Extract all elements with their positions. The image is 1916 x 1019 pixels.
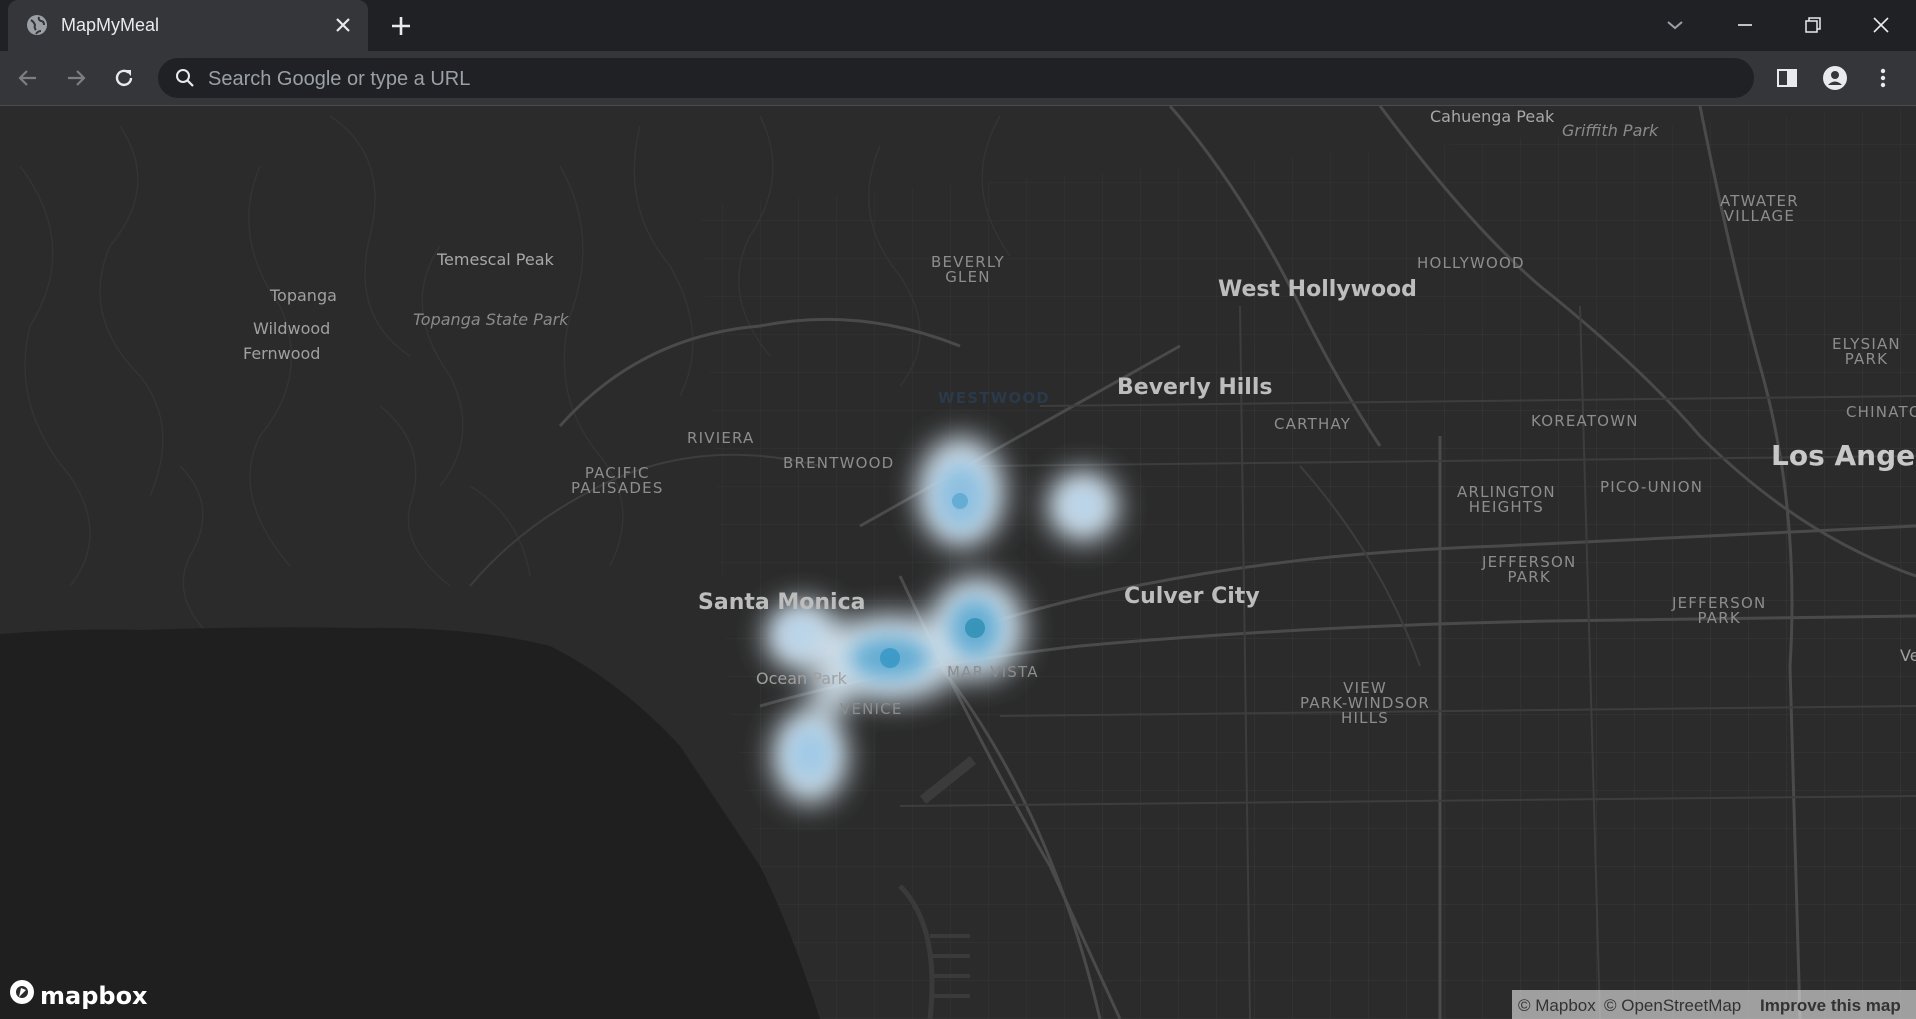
label-carthay: CARTHAY (1274, 415, 1352, 433)
label-chinatown: CHINATOW (1846, 403, 1916, 421)
close-window-icon[interactable] (1866, 10, 1896, 40)
label-beverly-hills: Beverly Hills (1117, 375, 1273, 400)
label-beverly-glen: BEVERLY GLEN (931, 253, 1005, 286)
label-venice: VENICE (840, 700, 903, 718)
browser-tab[interactable]: MapMyMeal (8, 0, 368, 51)
map-canvas[interactable]: Cahuenga Peak Griffith Park ATWATER VILL… (0, 106, 1916, 1019)
attribution-mapbox-link[interactable]: © Mapbox (1518, 996, 1596, 1016)
label-fernwood: Fernwood (243, 344, 321, 363)
minimize-icon[interactable] (1730, 10, 1760, 40)
forward-icon[interactable] (62, 64, 90, 92)
search-icon (176, 69, 194, 87)
label-west-hollywood: West Hollywood (1218, 277, 1417, 302)
browser-title-bar: MapMyMeal (0, 0, 1916, 51)
profile-icon[interactable] (1821, 64, 1849, 92)
map-basemap (0, 106, 1916, 1019)
address-bar[interactable]: Search Google or type a URL (158, 58, 1754, 98)
label-atwater-village: ATWATER VILLAGE (1720, 192, 1799, 225)
label-culver-city: Culver City (1124, 584, 1260, 609)
label-pacific-palisades: PACIFIC PALISADES (571, 464, 664, 497)
side-panel-icon[interactable] (1773, 64, 1801, 92)
tab-title: MapMyMeal (61, 15, 160, 35)
label-koreatown: KOREATOWN (1531, 412, 1639, 430)
label-wildwood: Wildwood (253, 319, 331, 338)
back-icon[interactable] (14, 64, 42, 92)
globe-icon (27, 15, 47, 35)
address-placeholder: Search Google or type a URL (208, 68, 471, 90)
browser-toolbar: Search Google or type a URL (0, 51, 1916, 106)
label-mar-vista: MAR VISTA (947, 663, 1039, 681)
map-attribution: © Mapbox © OpenStreetMap Improve this ma… (1512, 990, 1916, 1019)
label-jefferson-park-2: JEFFERSON PARK (1672, 594, 1767, 627)
label-jefferson-park: JEFFERSON PARK (1482, 553, 1577, 586)
restore-icon[interactable] (1798, 10, 1828, 40)
attribution-osm-link[interactable]: © OpenStreetMap (1604, 996, 1741, 1016)
label-hollywood: HOLLYWOOD (1417, 254, 1525, 272)
label-griffith-park: Griffith Park (1562, 121, 1659, 140)
mapbox-wordmark: mapbox (40, 982, 148, 1010)
label-temescal-peak: Temescal Peak (437, 250, 554, 269)
reload-icon[interactable] (110, 64, 138, 92)
label-brentwood: BRENTWOOD (783, 454, 895, 472)
label-cahuenga-peak: Cahuenga Peak (1430, 107, 1555, 126)
label-riviera: RIVIERA (687, 429, 755, 447)
label-ve: Ve (1900, 646, 1916, 665)
label-topanga: Topanga (270, 286, 337, 305)
label-ocean-park: Ocean Park (756, 669, 847, 688)
label-elysian-park: ELYSIAN PARK (1832, 335, 1901, 368)
label-westwood: WESTWOOD (938, 389, 1050, 407)
label-view-park-windsor-hills: VIEW PARK-WINDSOR HILLS (1300, 679, 1431, 727)
label-pico-union: PICO-UNION (1600, 478, 1704, 496)
close-tab-icon[interactable] (332, 14, 354, 36)
new-tab-icon[interactable] (388, 13, 414, 39)
mapbox-logo-icon[interactable] (8, 978, 38, 1008)
menu-icon[interactable] (1869, 64, 1897, 92)
label-los-angeles: Los Angele (1771, 439, 1916, 472)
label-topanga-state-park: Topanga State Park (413, 310, 569, 329)
improve-map-link[interactable]: Improve this map (1760, 996, 1901, 1016)
tab-search-icon[interactable] (1660, 10, 1690, 40)
label-arlington-heights: ARLINGTON HEIGHTS (1457, 483, 1556, 516)
label-santa-monica: Santa Monica (698, 590, 866, 615)
